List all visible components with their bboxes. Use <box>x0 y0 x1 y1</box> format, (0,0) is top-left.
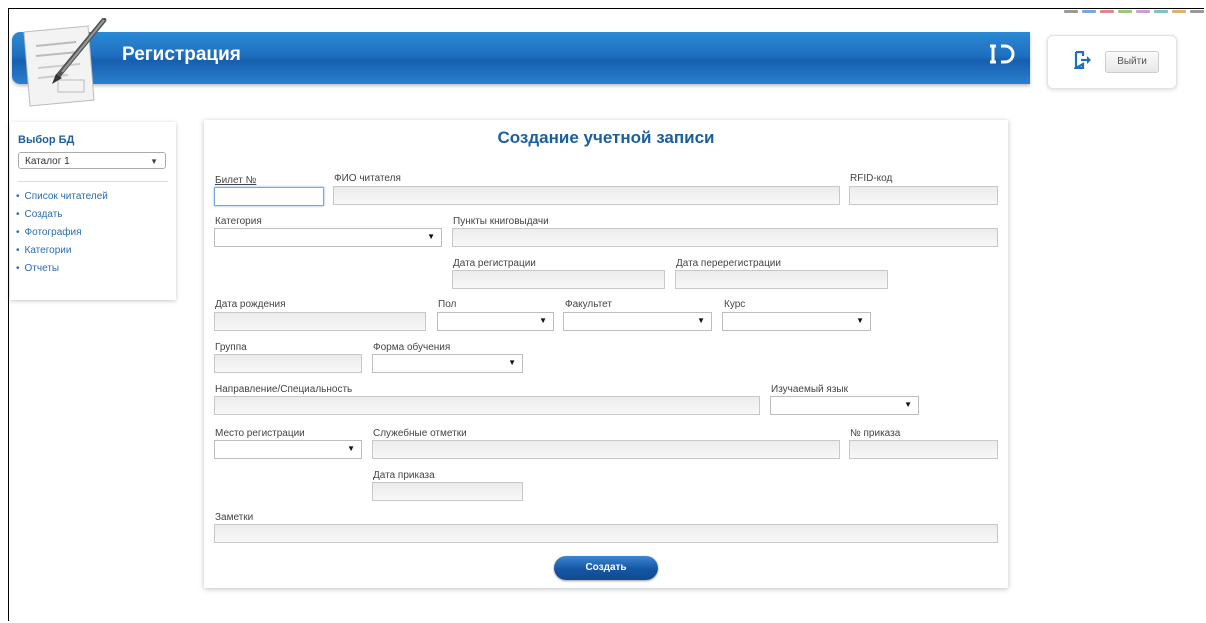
chevron-down-icon: ▼ <box>904 400 912 409</box>
reg-place-label: Место регистрации <box>215 428 305 439</box>
db-select[interactable]: Каталог 1 ▼ <box>18 152 166 169</box>
notes-input[interactable] <box>214 524 998 543</box>
service-notes-label: Служебные отметки <box>373 428 467 439</box>
bullet-icon: • <box>16 209 20 220</box>
bullet-icon: • <box>16 263 20 274</box>
sidebar-item-create[interactable]: • Создать <box>16 206 108 224</box>
fio-input[interactable] <box>333 186 840 205</box>
sidebar-item-categories[interactable]: • Категории <box>16 242 108 260</box>
sidebar-item-reports[interactable]: • Отчеты <box>16 260 108 278</box>
faculty-label: Факультет <box>565 299 612 310</box>
registration-document-icon <box>23 18 107 107</box>
notes-label: Заметки <box>215 512 254 523</box>
course-label: Курс <box>724 299 746 310</box>
service-notes-input[interactable] <box>372 440 840 459</box>
reg-date-input[interactable] <box>452 270 665 289</box>
sidebar-item-photo[interactable]: • Фотография <box>16 224 108 242</box>
gender-select[interactable]: ▼ <box>437 312 554 331</box>
bullet-icon: • <box>16 245 20 256</box>
chevron-down-icon: ▼ <box>508 358 516 367</box>
direction-label: Направление/Специальность <box>215 384 353 395</box>
logout-button[interactable]: Выйти <box>1105 51 1159 73</box>
brand-logo <box>988 43 1016 71</box>
course-select[interactable]: ▼ <box>722 312 871 331</box>
sidebar: Выбор БД Каталог 1 ▼ • Список читателей •… <box>10 122 176 300</box>
study-form-label: Форма обучения <box>373 342 451 353</box>
sidebar-menu: • Список читателей • Создать • Фотография •… <box>16 188 108 278</box>
create-button[interactable]: Создать <box>554 556 658 580</box>
issue-points-label: Пункты книговыдачи <box>453 216 549 227</box>
category-label: Категория <box>215 216 262 227</box>
sidebar-divider <box>18 181 168 182</box>
fio-label: ФИО читателя <box>334 173 401 184</box>
sidebar-item-readers-list[interactable]: • Список читателей <box>16 188 108 206</box>
faculty-select[interactable]: ▼ <box>563 312 712 331</box>
group-label: Группа <box>215 342 247 353</box>
brand-logo-icon <box>990 44 1015 64</box>
rereg-date-input[interactable] <box>675 270 888 289</box>
rfid-input[interactable] <box>849 186 998 205</box>
order-no-input[interactable] <box>849 440 998 459</box>
birth-date-label: Дата рождения <box>215 299 286 310</box>
chevron-down-icon: ▼ <box>150 157 158 166</box>
form-title: Создание учетной записи <box>497 128 715 147</box>
chevron-down-icon: ▼ <box>347 444 355 453</box>
reg-date-label: Дата регистрации <box>453 258 536 269</box>
chevron-down-icon: ▼ <box>539 316 547 325</box>
language-label: Изучаемый язык <box>771 384 848 395</box>
logout-icon[interactable] <box>1074 51 1092 69</box>
gender-label: Пол <box>438 299 457 310</box>
direction-input[interactable] <box>214 396 760 415</box>
db-select-value: Каталог 1 <box>25 156 70 167</box>
bullet-icon: • <box>16 227 20 238</box>
chevron-down-icon: ▼ <box>856 316 864 325</box>
study-form-select[interactable]: ▼ <box>372 354 523 373</box>
chevron-down-icon: ▼ <box>697 316 705 325</box>
birth-date-input[interactable] <box>214 312 426 331</box>
rereg-date-label: Дата перерегистрации <box>676 258 781 269</box>
page-title: Регистрация <box>122 44 241 65</box>
order-no-label: № приказа <box>850 428 901 439</box>
group-input[interactable] <box>214 354 362 373</box>
issue-points-input[interactable] <box>452 228 998 247</box>
rfid-label: RFID-код <box>850 173 893 184</box>
bullet-icon: • <box>16 191 20 202</box>
language-select[interactable]: ▼ <box>770 396 919 415</box>
db-select-title: Выбор БД <box>18 134 75 146</box>
top-color-strip <box>1044 10 1204 14</box>
order-date-input[interactable] <box>372 482 523 501</box>
ticket-input[interactable] <box>214 187 324 206</box>
order-date-label: Дата приказа <box>373 470 435 481</box>
reg-place-select[interactable]: ▼ <box>214 440 362 459</box>
ticket-label: Билет № <box>215 175 257 186</box>
chevron-down-icon: ▼ <box>427 232 435 241</box>
category-select[interactable]: ▼ <box>214 228 442 247</box>
